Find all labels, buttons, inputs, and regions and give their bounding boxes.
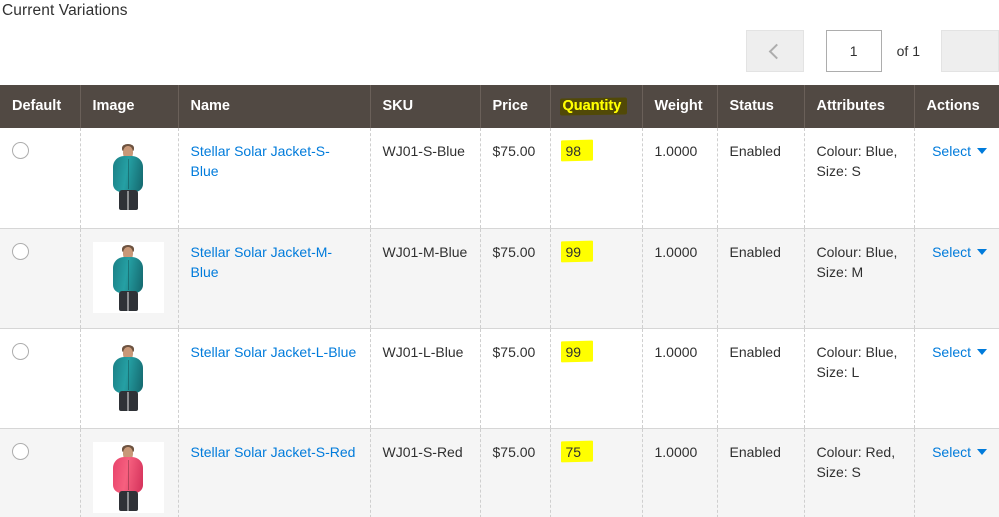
cell-actions: Select xyxy=(914,328,999,429)
cell-name: Stellar Solar Jacket-S-Red xyxy=(178,428,371,517)
cell-status: Enabled xyxy=(717,128,805,229)
next-page-button[interactable] xyxy=(941,30,999,72)
cell-weight: 1.0000 xyxy=(642,128,718,229)
previous-page-button[interactable] xyxy=(745,30,804,72)
chevron-down-icon[interactable] xyxy=(977,348,987,355)
column-header-price[interactable]: Price xyxy=(480,85,551,128)
cell-image xyxy=(80,128,179,229)
cell-quantity: 99 xyxy=(550,328,643,429)
cell-sku: WJ01-L-Blue xyxy=(370,328,481,429)
product-name-link[interactable]: Stellar Solar Jacket-S-Blue xyxy=(191,143,330,179)
chevron-down-icon[interactable] xyxy=(977,248,987,255)
cell-sku: WJ01-S-Blue xyxy=(370,128,481,229)
product-name-link[interactable]: Stellar Solar Jacket-L-Blue xyxy=(191,344,357,360)
cell-quantity: 75 xyxy=(550,428,643,517)
cell-default xyxy=(0,328,81,429)
cell-status: Enabled xyxy=(717,228,805,329)
row-action-select[interactable]: Select xyxy=(932,444,971,460)
product-thumbnail xyxy=(92,341,164,413)
cell-default xyxy=(0,428,81,517)
column-header-sku[interactable]: SKU xyxy=(370,85,481,128)
cell-actions: Select xyxy=(914,428,999,517)
cell-sku: WJ01-M-Blue xyxy=(370,228,481,329)
default-radio[interactable] xyxy=(12,142,29,159)
default-radio[interactable] xyxy=(12,442,29,460)
product-thumbnail xyxy=(92,241,164,313)
column-header-attributes[interactable]: Attributes xyxy=(804,85,915,128)
cell-quantity: 99 xyxy=(550,228,643,329)
column-header-name[interactable]: Name xyxy=(178,85,371,128)
cell-attributes: Colour: Blue, Size: M xyxy=(804,228,915,329)
cell-attributes: Colour: Blue, Size: S xyxy=(804,128,915,229)
cell-name: Stellar Solar Jacket-S-Blue xyxy=(178,128,371,229)
table-header: Default Image Name SKU Price Quantity We… xyxy=(0,85,999,128)
product-thumbnail xyxy=(92,441,164,513)
cell-status: Enabled xyxy=(717,428,805,517)
table-row: Stellar Solar Jacket-S-Red WJ01-S-Red $7… xyxy=(0,428,999,517)
pagination-controls: of 1 xyxy=(745,30,999,72)
product-name-link[interactable]: Stellar Solar Jacket-S-Red xyxy=(191,444,356,460)
variations-table: Default Image Name SKU Price Quantity We… xyxy=(0,85,999,517)
cell-name: Stellar Solar Jacket-L-Blue xyxy=(178,328,371,429)
cell-image xyxy=(80,328,179,429)
column-header-quantity[interactable]: Quantity xyxy=(550,85,643,128)
cell-attributes: Colour: Blue, Size: L xyxy=(804,328,915,429)
cell-status: Enabled xyxy=(717,328,805,429)
table-row: Stellar Solar Jacket-L-Blue WJ01-L-Blue … xyxy=(0,328,999,429)
cell-image xyxy=(80,228,179,329)
cell-actions: Select xyxy=(914,228,999,329)
row-action-select[interactable]: Select xyxy=(932,344,971,360)
quantity-highlight: 99 xyxy=(563,242,585,262)
quantity-highlight: 98 xyxy=(563,141,585,161)
cell-image xyxy=(80,428,179,517)
table-row: Stellar Solar Jacket-M-Blue WJ01-M-Blue … xyxy=(0,228,999,329)
cell-price: $75.00 xyxy=(480,428,551,517)
page-title: Current Variations xyxy=(2,2,128,19)
chevron-left-icon xyxy=(768,43,785,59)
cell-weight: 1.0000 xyxy=(642,228,718,329)
cell-sku: WJ01-S-Red xyxy=(370,428,481,517)
column-header-default[interactable]: Default xyxy=(0,85,81,128)
total-pages-label: of 1 xyxy=(896,43,920,59)
cell-default xyxy=(0,228,81,329)
cell-price: $75.00 xyxy=(480,128,551,229)
cell-price: $75.00 xyxy=(480,328,551,429)
cell-weight: 1.0000 xyxy=(642,428,718,517)
cell-price: $75.00 xyxy=(480,228,551,329)
row-action-select[interactable]: Select xyxy=(932,244,971,260)
quantity-highlight: 99 xyxy=(563,342,585,362)
column-header-weight[interactable]: Weight xyxy=(642,85,718,128)
quantity-highlight: 75 xyxy=(563,442,585,462)
table-row: Stellar Solar Jacket-S-Blue WJ01-S-Blue … xyxy=(0,128,999,229)
quantity-header-highlight: Quantity xyxy=(562,98,622,114)
table-body: Stellar Solar Jacket-S-Blue WJ01-S-Blue … xyxy=(0,128,999,517)
column-header-actions[interactable]: Actions xyxy=(914,85,999,128)
cell-weight: 1.0000 xyxy=(642,328,718,429)
product-name-link[interactable]: Stellar Solar Jacket-M-Blue xyxy=(191,244,333,280)
column-header-status[interactable]: Status xyxy=(717,85,805,128)
row-action-select[interactable]: Select xyxy=(932,143,971,159)
page-number-input[interactable] xyxy=(825,30,882,72)
cell-name: Stellar Solar Jacket-M-Blue xyxy=(178,228,371,329)
chevron-down-icon[interactable] xyxy=(977,148,987,154)
cell-actions: Select xyxy=(914,128,999,229)
product-thumbnail xyxy=(92,141,164,212)
table-header-row: Default Image Name SKU Price Quantity We… xyxy=(0,85,999,128)
default-radio[interactable] xyxy=(12,242,29,260)
current-variations-page: Current Variations of 1 Default Image Na… xyxy=(0,0,999,517)
column-header-image[interactable]: Image xyxy=(80,85,179,128)
chevron-down-icon[interactable] xyxy=(977,448,987,455)
cell-attributes: Colour: Red, Size: S xyxy=(804,428,915,517)
cell-quantity: 98 xyxy=(550,128,643,229)
default-radio[interactable] xyxy=(12,342,29,360)
cell-default xyxy=(0,128,81,229)
